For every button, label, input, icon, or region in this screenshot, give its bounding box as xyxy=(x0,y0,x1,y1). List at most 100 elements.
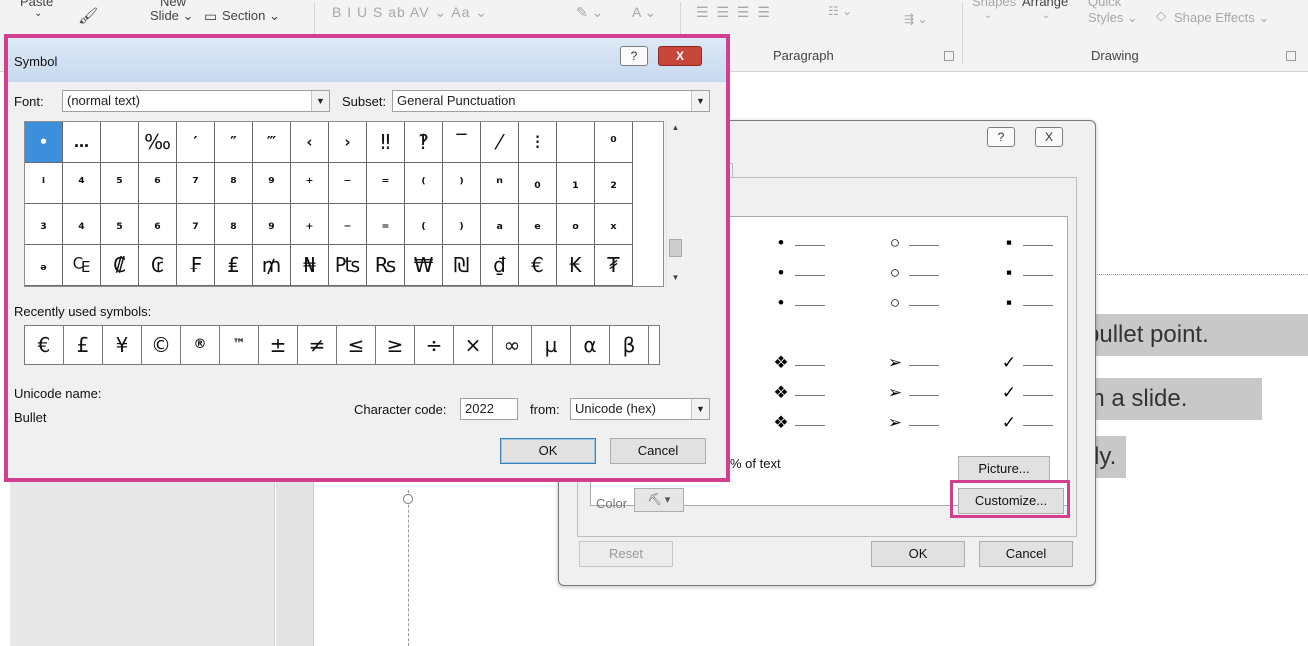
slide-thumbnail-pane[interactable] xyxy=(10,470,275,646)
symbol-cell[interactable]: ‹ xyxy=(291,122,329,163)
symbol-cell[interactable]: ₂ xyxy=(595,163,633,204)
symbol-cell[interactable]: ⁝ xyxy=(519,122,557,163)
recent-symbol-cell[interactable]: ∞ xyxy=(493,326,532,364)
shapes-button[interactable]: Shapes xyxy=(972,0,1016,9)
paragraph-launcher-icon[interactable] xyxy=(944,51,954,61)
bullet-option[interactable]: • xyxy=(739,231,849,259)
symbol-cell[interactable]: € xyxy=(519,245,557,286)
symbol-cancel-button[interactable]: Cancel xyxy=(610,438,706,464)
subset-dropdown-icon[interactable]: ▼ xyxy=(691,91,709,111)
recent-symbol-cell[interactable]: £ xyxy=(64,326,103,364)
symbol-cell[interactable]: ₍ xyxy=(405,204,443,245)
symbol-cell[interactable]: ⁰ xyxy=(595,122,633,163)
from-combo[interactable]: Unicode (hex) ▼ xyxy=(570,398,710,420)
character-code-input[interactable]: 2022 xyxy=(460,398,518,420)
new-slide-dropdown[interactable]: Slide ⌄ xyxy=(150,8,193,24)
shape-effects-button[interactable]: Shape Effects ⌄ xyxy=(1174,10,1269,26)
recent-symbol-cell[interactable]: € xyxy=(25,326,64,364)
symbol-cell[interactable]: ‽ xyxy=(405,122,443,163)
picture-button[interactable]: Picture... xyxy=(958,456,1050,482)
recent-symbol-cell[interactable]: β xyxy=(610,326,649,364)
symbol-cell[interactable]: ‼ xyxy=(367,122,405,163)
bullet-option[interactable]: ✓ xyxy=(967,381,1077,409)
font-format-buttons[interactable]: B I U S ab AV ⌄ Aa ⌄ xyxy=(332,4,488,21)
symbol-cell[interactable]: ₄ xyxy=(63,204,101,245)
resize-handle[interactable] xyxy=(403,494,413,504)
recent-symbol-cell[interactable]: ÷ xyxy=(415,326,454,364)
symbol-cell[interactable]: ₣ xyxy=(177,245,215,286)
symbol-cell[interactable]: ₇ xyxy=(177,204,215,245)
symbol-cell[interactable]: ₮ xyxy=(595,245,633,286)
symbol-cell[interactable]: ₌ xyxy=(367,204,405,245)
arrange-button[interactable]: Arrange xyxy=(1022,0,1068,9)
slide-text-line-1[interactable]: bullet point. xyxy=(1082,314,1308,356)
scroll-thumb[interactable] xyxy=(669,239,682,257)
symbol-cell[interactable]: ₁ xyxy=(557,163,595,204)
font-dropdown-icon[interactable]: ▼ xyxy=(311,91,329,111)
paste-dropdown-icon[interactable]: ⌄ xyxy=(34,8,42,19)
bullet-option[interactable]: ❖ xyxy=(739,381,849,409)
recent-symbol-cell[interactable]: © xyxy=(142,326,181,364)
symbol-cell[interactable]: ⁸ xyxy=(215,163,253,204)
bullet-option[interactable]: ▪ xyxy=(967,231,1077,259)
subset-combo[interactable]: General Punctuation ▼ xyxy=(392,90,710,112)
bullet-option[interactable]: ▪ xyxy=(967,291,1077,319)
symbol-cell[interactable]: ₉ xyxy=(253,204,291,245)
symbol-cell[interactable]: ⁾ xyxy=(443,163,481,204)
bullet-option[interactable]: ▪ xyxy=(967,261,1077,289)
symbol-cell[interactable]: ₠ xyxy=(63,245,101,286)
symbol-cell[interactable]: ₑ xyxy=(519,204,557,245)
symbol-cell[interactable]: ₭ xyxy=(557,245,595,286)
symbol-cell[interactable]: ⁻ xyxy=(329,163,367,204)
paragraph-align-buttons[interactable]: ☰ ☰ ☰ ☰ xyxy=(696,4,772,21)
symbol-title-bar[interactable]: Symbol ? X xyxy=(8,38,726,82)
bullet-option[interactable]: ➢ xyxy=(853,351,963,379)
recent-symbol-cell[interactable]: ® xyxy=(181,326,220,364)
symbol-cell[interactable]: ₃ xyxy=(25,204,63,245)
bullet-option[interactable]: • xyxy=(739,261,849,289)
highlight-icon[interactable]: ✎ ⌄ xyxy=(576,4,603,21)
bullet-option[interactable]: ○ xyxy=(853,291,963,319)
smartart-icon[interactable]: ⇶ ⌄ xyxy=(904,12,927,26)
symbol-cell[interactable]: ₪ xyxy=(443,245,481,286)
symbol-cell[interactable]: ⁄ xyxy=(481,122,519,163)
symbol-cell[interactable]: ⁴ xyxy=(63,163,101,204)
bullet-option[interactable]: ✓ xyxy=(967,411,1077,439)
bullets-close-button[interactable]: X xyxy=(1035,127,1063,147)
symbol-cell[interactable]: ₤ xyxy=(215,245,253,286)
symbol-cell[interactable]: ‾ xyxy=(443,122,481,163)
symbol-cell[interactable]: • xyxy=(25,122,63,163)
symbol-grid-scrollbar[interactable]: ▲ ▼ xyxy=(666,121,683,287)
symbol-cell[interactable]: ′ xyxy=(177,122,215,163)
bullets-help-button[interactable]: ? xyxy=(987,127,1015,147)
recent-symbol-cell[interactable]: × xyxy=(454,326,493,364)
symbol-cell[interactable]: ₓ xyxy=(595,204,633,245)
symbol-cell[interactable]: ₒ xyxy=(557,204,595,245)
symbol-cell[interactable]: ⁿ xyxy=(481,163,519,204)
color-picker-button[interactable]: ⛏ ▾ xyxy=(634,488,684,512)
symbol-cell[interactable]: ₋ xyxy=(329,204,367,245)
symbol-cell[interactable]: › xyxy=(329,122,367,163)
shapes-dropdown-icon[interactable]: ⌄ xyxy=(984,10,992,21)
symbol-cell[interactable]: ₔ xyxy=(25,245,63,286)
symbol-cell[interactable]: ₧ xyxy=(329,245,367,286)
symbol-cell[interactable]: ₀ xyxy=(519,163,557,204)
symbol-cell[interactable]: ₫ xyxy=(481,245,519,286)
symbol-cell[interactable]: ‴ xyxy=(253,122,291,163)
bullets-cancel-button[interactable]: Cancel xyxy=(979,541,1073,567)
symbol-cell[interactable]: ₦ xyxy=(291,245,329,286)
bullet-option[interactable]: ➢ xyxy=(853,411,963,439)
symbol-cell[interactable]: ₨ xyxy=(367,245,405,286)
symbol-cell[interactable]: ⁵ xyxy=(101,163,139,204)
font-combo[interactable]: (normal text) ▼ xyxy=(62,90,330,112)
symbol-cell[interactable]: ⁽ xyxy=(405,163,443,204)
recent-symbol-cell[interactable]: µ xyxy=(532,326,571,364)
scroll-up-icon[interactable]: ▲ xyxy=(667,121,684,135)
symbol-help-button[interactable]: ? xyxy=(620,46,648,66)
format-painter-icon[interactable]: 🖌 xyxy=(78,6,98,26)
bullet-option[interactable]: ❖ xyxy=(739,351,849,379)
from-dropdown-icon[interactable]: ▼ xyxy=(691,399,709,419)
bullet-option[interactable]: ➢ xyxy=(853,381,963,409)
symbol-cell[interactable] xyxy=(101,122,139,163)
recent-symbol-cell[interactable]: ≥ xyxy=(376,326,415,364)
